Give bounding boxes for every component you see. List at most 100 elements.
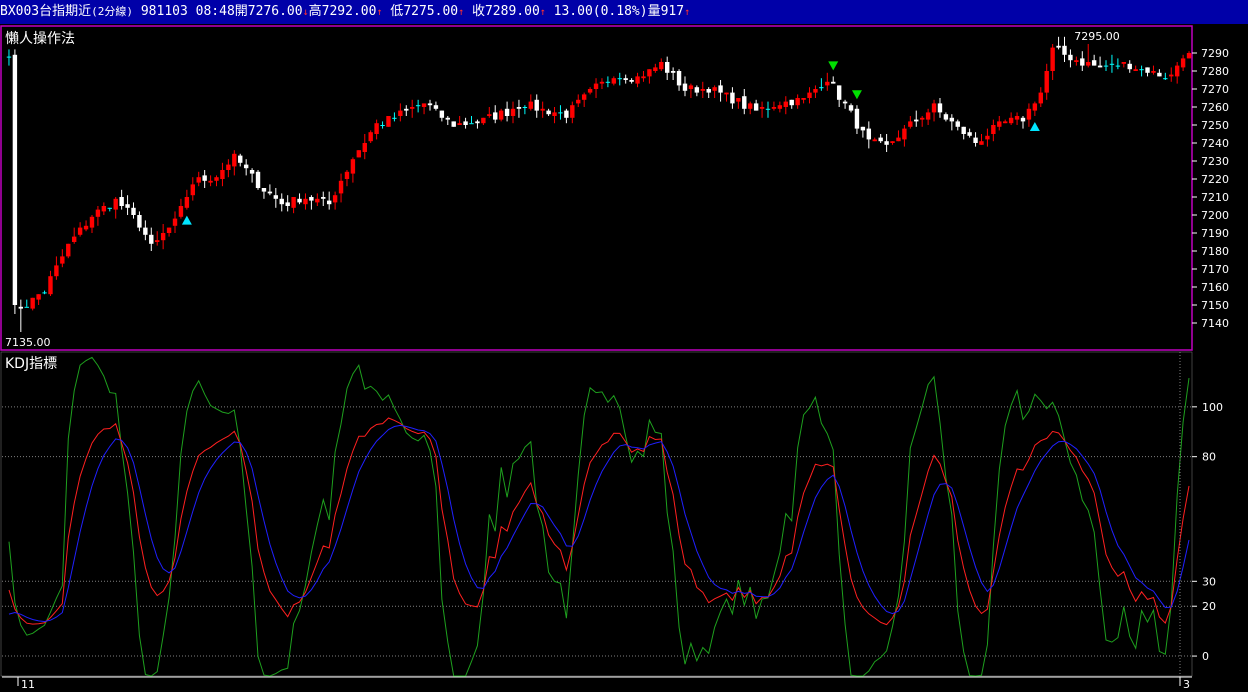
- price-panel-border: [0, 25, 1193, 351]
- candle-body: [439, 110, 445, 118]
- candle-body: [481, 117, 486, 124]
- candle-body: [54, 265, 59, 277]
- candle-body: [226, 164, 231, 170]
- candle-body: [949, 117, 955, 122]
- candle-body: [261, 188, 267, 192]
- kdj-series-d: [8, 424, 1190, 623]
- kdj-tick-label: 100: [1202, 401, 1223, 414]
- candle-body: [866, 128, 872, 140]
- candle-body: [854, 108, 860, 129]
- candle-body: [1115, 65, 1121, 67]
- candle-body: [516, 107, 522, 109]
- kdj-tick-label: 20: [1202, 600, 1216, 613]
- candle-body: [1038, 92, 1043, 104]
- candle-body: [540, 108, 545, 111]
- candle-body: [985, 135, 990, 140]
- kdj-series-j: [8, 356, 1190, 677]
- candle-body: [1080, 58, 1085, 66]
- candle-body: [955, 121, 960, 127]
- kdj-tick-label: 0: [1202, 650, 1209, 663]
- candle-body: [451, 121, 456, 127]
- price-tick-label: 7140: [1201, 317, 1229, 330]
- low-annotation: 7135.00: [5, 336, 51, 349]
- candle-body: [1103, 65, 1109, 67]
- candle-body: [48, 276, 53, 295]
- candle-body: [676, 71, 682, 86]
- candle-body: [997, 121, 1002, 127]
- candle-body: [238, 155, 243, 163]
- candle-body: [427, 103, 433, 106]
- candle-body: [18, 306, 24, 309]
- candle-body: [445, 117, 450, 120]
- candle-body: [943, 114, 949, 120]
- candle-body: [629, 80, 634, 82]
- candle-body: [1163, 78, 1168, 80]
- candle-body: [392, 117, 397, 119]
- candle-body: [356, 150, 362, 158]
- candle-body: [736, 98, 741, 102]
- candle-body: [724, 92, 729, 95]
- candle-body: [795, 98, 800, 106]
- candle-body: [1074, 60, 1079, 62]
- candle-body: [670, 71, 676, 73]
- candle-body: [463, 121, 468, 125]
- candle-body: [1062, 45, 1067, 55]
- candle-body: [884, 141, 889, 145]
- candle-body: [155, 240, 160, 242]
- kdj-series-k: [8, 417, 1190, 626]
- x-tick-label: 3: [1183, 678, 1190, 691]
- candle-body: [1056, 45, 1061, 48]
- candle-body: [1186, 53, 1192, 59]
- candle-body: [1180, 58, 1186, 68]
- candle-body: [1133, 69, 1138, 71]
- candle-body: [777, 105, 783, 109]
- candle-body: [137, 215, 142, 228]
- candle-body: [475, 121, 480, 124]
- candle-body: [783, 101, 788, 107]
- candle-body: [273, 195, 279, 199]
- candle-body: [1174, 65, 1180, 77]
- candle-body: [504, 108, 510, 116]
- candle-body: [303, 198, 308, 205]
- candle-body: [991, 125, 996, 134]
- candle-body: [107, 207, 112, 209]
- candle-body: [404, 108, 409, 111]
- candle-body: [380, 125, 385, 126]
- candle-body: [908, 121, 913, 127]
- candle-body: [101, 206, 107, 212]
- candle-body: [848, 105, 854, 111]
- candle-body: [315, 198, 320, 203]
- candle-body: [89, 216, 95, 228]
- candle-body: [605, 81, 611, 83]
- candle-body: [617, 78, 622, 80]
- candle-body: [1097, 65, 1103, 68]
- candle-body: [706, 89, 711, 93]
- candle-body: [6, 56, 12, 58]
- candle-body: [599, 81, 605, 84]
- candle-body: [1044, 71, 1049, 93]
- candle-body: [196, 177, 201, 183]
- candle-body: [410, 107, 415, 109]
- candle-body: [801, 98, 806, 100]
- candle-body: [160, 233, 166, 241]
- candle-body: [890, 141, 895, 143]
- candle-body: [143, 227, 148, 235]
- chart-canvas: 懶人操作法 7140 7150 7160 7170 7180 7190 7200 7210 722…: [0, 25, 1229, 691]
- candle-body: [1032, 103, 1038, 111]
- candle-body: [1003, 121, 1008, 124]
- kdj-panel: KDJ指標 0 20 30 80 100 11 3: [0, 351, 1223, 691]
- sell-signal-icon: [851, 90, 862, 100]
- candle-body: [190, 184, 195, 196]
- candle-body: [961, 126, 966, 134]
- candle-body: [469, 123, 474, 125]
- candle-body: [611, 78, 617, 84]
- candle-body: [1121, 62, 1127, 64]
- candle-body: [712, 87, 717, 91]
- candle-body: [166, 227, 172, 233]
- candle-body: [546, 110, 551, 115]
- candle-body: [581, 94, 587, 100]
- candle-body: [368, 132, 373, 142]
- kdj-panel-title: KDJ指標: [5, 356, 57, 372]
- candle-body: [896, 137, 901, 142]
- candle-body: [249, 170, 255, 174]
